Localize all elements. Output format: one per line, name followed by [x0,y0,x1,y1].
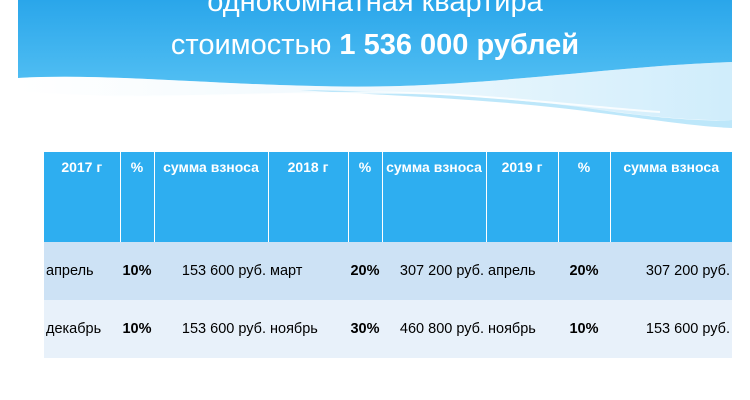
column-header: % [348,152,383,242]
table-cell: 20% [558,242,610,300]
table-cell: декабрь [44,300,120,358]
table-row: апрель 10% 153 600 руб. март 20% 307 200… [44,242,732,300]
title-price-prefix: стоимостью [170,29,332,61]
table-header-row: 2017 г % сумма взноса 2018 г % сумма взн… [44,152,732,242]
table-cell: 10% [120,242,154,300]
column-header: 2018 г [268,152,349,242]
table-cell: 153 600 руб. [610,300,732,358]
table-cell: 10% [558,300,610,358]
table-row: декабрь 10% 153 600 руб. ноябрь 30% 460 … [44,300,732,358]
table-cell: ноябрь [486,300,558,358]
column-header: 2019 г [486,152,559,242]
column-header: % [558,152,611,242]
column-header: 2017 г [44,152,121,242]
title-price: 1 536 000 рублей [339,29,580,61]
table-cell: 30% [348,300,382,358]
table-cell: 153 600 руб. [154,300,268,358]
table-cell: 307 200 руб. [610,242,732,300]
table-cell: ноябрь [268,300,348,358]
title-line-1: однокомнатная квартира [207,0,543,18]
table-cell: 153 600 руб. [154,242,268,300]
table-cell: март [268,242,348,300]
table-cell: 20% [348,242,382,300]
wave-banner-graphic [17,0,732,128]
column-header: сумма взноса [154,152,269,242]
column-header: сумма взноса [610,152,732,242]
table-cell: апрель [486,242,558,300]
title-line-2: стоимостью 1 536 000 рублей [0,29,750,62]
table-cell: апрель [44,242,120,300]
column-header: сумма взноса [382,152,487,242]
column-header: % [120,152,155,242]
payment-schedule-table: 2017 г % сумма взноса 2018 г % сумма взн… [44,152,732,358]
table-cell: 10% [120,300,154,358]
table-cell: 460 800 руб. [382,300,486,358]
title-banner: однокомнатная квартира стоимостью 1 536 … [0,0,750,135]
table-cell: 307 200 руб. [382,242,486,300]
